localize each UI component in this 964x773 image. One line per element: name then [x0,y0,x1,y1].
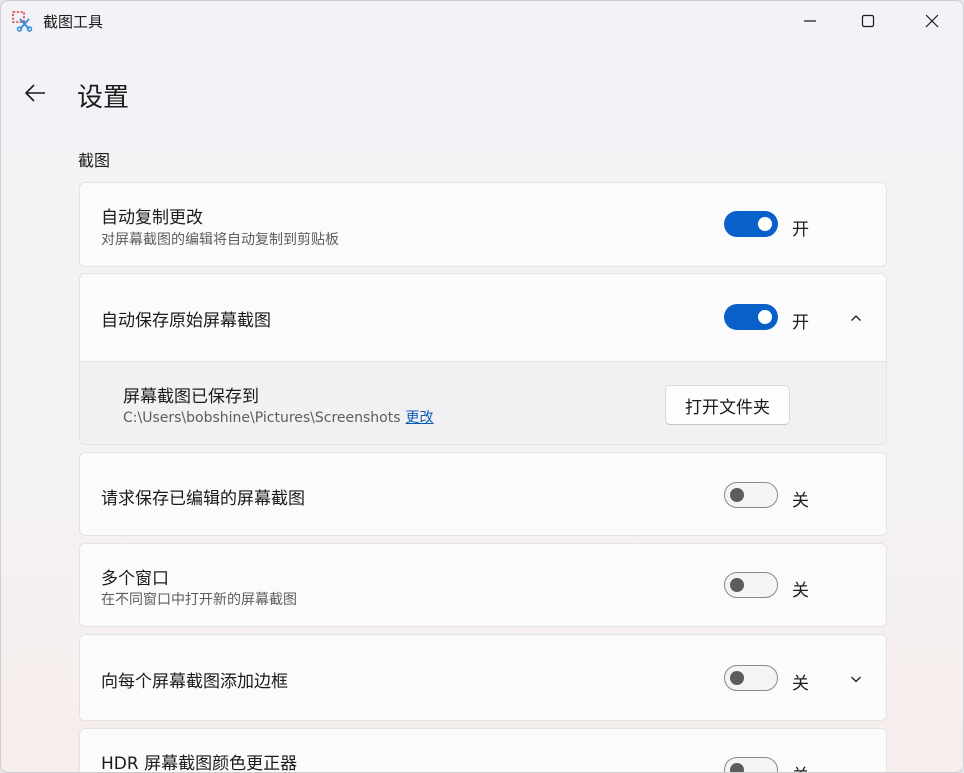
setting-ask-save-edited: 请求保存已编辑的屏幕截图 关 [79,452,887,536]
title-bar: 截图工具 [1,1,963,41]
setting-add-border: 向每个屏幕截图添加边框 关 [79,634,887,721]
setting-title: HDR 屏幕截图颜色更正器 [101,754,298,773]
maximize-button[interactable] [845,1,891,41]
toggle-state-label: 关 [792,581,809,601]
toggle-knob [758,217,772,231]
setting-title: 向每个屏幕截图添加边框 [101,672,288,692]
toggle-knob [730,488,744,502]
setting-title: 请求保存已编辑的屏幕截图 [101,489,305,509]
toggle-state-label: 关 [792,674,809,694]
hdr-corrector-toggle[interactable] [724,757,778,772]
app-title: 截图工具 [43,13,104,31]
setting-description: 在不同窗口中打开新的屏幕截图 [101,592,297,608]
save-path-text: C:\Users\bobshine\Pictures\Screenshots [123,410,401,426]
snipping-tool-window: 截图工具 设置 截图 自动复制更改 对屏幕截图的编辑将自动复制到剪贴板 开 自动… [0,0,964,773]
auto-copy-toggle[interactable] [724,211,778,237]
setting-title: 自动复制更改 [101,208,203,228]
setting-hdr-color-corrector: HDR 屏幕截图颜色更正器 关 [79,728,887,773]
auto-save-toggle[interactable] [724,304,778,330]
maximize-icon [861,14,875,28]
save-location-panel: 屏幕截图已保存到 C:\Users\bobshine\Pictures\Scre… [80,361,886,444]
toggle-state-label: 开 [792,220,809,240]
toggle-knob [730,763,744,772]
toggle-state-label: 开 [792,313,809,333]
setting-auto-save-original: 自动保存原始屏幕截图 开 屏幕截图已保存到 C:\Users\bobshine\… [79,273,887,445]
multiple-windows-toggle[interactable] [724,572,778,598]
setting-multiple-windows: 多个窗口 在不同窗口中打开新的屏幕截图 关 [79,543,887,627]
open-folder-button[interactable]: 打开文件夹 [665,385,790,425]
change-location-link[interactable]: 更改 [406,410,434,426]
collapse-button[interactable] [846,308,866,328]
setting-title: 自动保存原始屏幕截图 [101,311,271,331]
page-title: 设置 [77,83,130,113]
expand-button[interactable] [846,669,866,689]
setting-auto-copy-changes: 自动复制更改 对屏幕截图的编辑将自动复制到剪贴板 开 [79,182,887,267]
toggle-state-label: 关 [792,491,809,511]
arrow-left-icon [25,84,45,102]
save-location-title: 屏幕截图已保存到 [123,387,259,407]
back-button[interactable] [19,77,51,109]
snipping-tool-app-icon [11,10,33,32]
toggle-knob [730,578,744,592]
minimize-icon [804,20,816,22]
add-border-toggle[interactable] [724,665,778,691]
setting-description: 对屏幕截图的编辑将自动复制到剪贴板 [101,232,339,248]
section-title: 截图 [78,151,111,170]
save-location-path: C:\Users\bobshine\Pictures\Screenshots 更改 [123,407,434,427]
chevron-down-icon [851,676,861,683]
toggle-knob [730,671,744,685]
close-button[interactable] [909,1,955,41]
setting-title: 多个窗口 [101,569,169,589]
ask-save-toggle[interactable] [724,482,778,508]
toggle-state-label: 关 [792,761,809,772]
toggle-knob [758,310,772,324]
minimize-button[interactable] [787,1,833,41]
chevron-up-icon [851,315,861,321]
close-icon [925,14,939,28]
